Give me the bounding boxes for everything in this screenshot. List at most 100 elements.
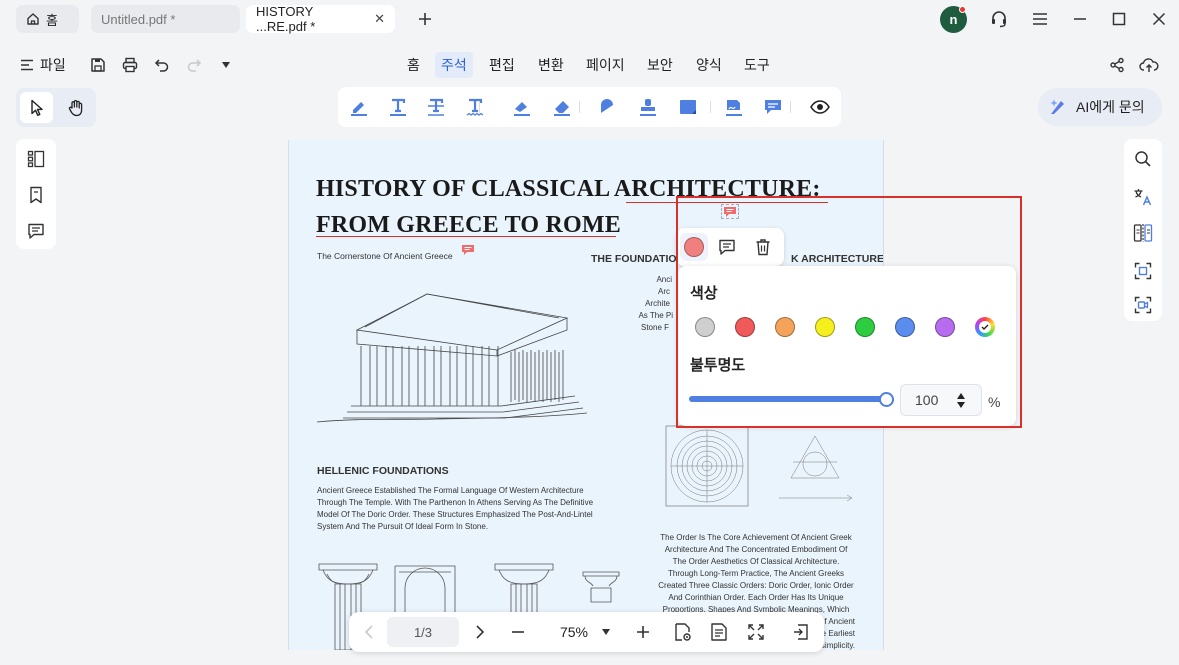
screen-capture-button[interactable]: [1132, 294, 1154, 316]
thumbnails-button[interactable]: [25, 148, 47, 170]
text-line: Archite: [645, 299, 670, 308]
collapse-toolbar-button[interactable]: [790, 621, 812, 643]
compare-button[interactable]: [1132, 222, 1154, 244]
translate-button[interactable]: [1132, 186, 1154, 208]
tab-edit[interactable]: 편집: [483, 52, 521, 78]
toolbar-separator: [579, 101, 580, 113]
left-sidebar: [16, 139, 56, 249]
text-line: Anci: [656, 275, 672, 284]
caret-down-icon: [602, 629, 611, 635]
text-line: Through Long-Term Practice, The Ancient …: [668, 569, 844, 578]
plus-icon: [419, 13, 431, 25]
ocr-button[interactable]: [1132, 260, 1154, 282]
zoom-level: 75%: [559, 624, 589, 640]
sticky-note-icon[interactable]: [461, 244, 475, 256]
note-tool-button[interactable]: [761, 95, 785, 119]
select-tool-button[interactable]: [20, 92, 53, 123]
eraser-icon: [554, 101, 570, 116]
ai-ask-button[interactable]: AI에게 문의: [1038, 88, 1162, 126]
print-button[interactable]: [120, 54, 140, 76]
previous-page-button[interactable]: [359, 621, 379, 643]
menu-button[interactable]: [1029, 8, 1051, 30]
chevron-right-icon: [476, 625, 485, 639]
shape-tool-button[interactable]: [596, 95, 620, 119]
expand-icon: [748, 624, 764, 640]
page-number-input[interactable]: 1/3: [387, 617, 459, 647]
home-tab[interactable]: 홈: [16, 5, 79, 33]
next-page-button[interactable]: [470, 621, 490, 643]
maximize-button[interactable]: [1108, 8, 1130, 30]
file-menu-label: 파일: [40, 57, 66, 73]
close-window-button[interactable]: [1148, 8, 1170, 30]
text-strikethrough-icon: [428, 98, 444, 116]
textbox-icon: [680, 100, 696, 114]
zoom-in-button[interactable]: [633, 621, 653, 643]
shape-icon: [601, 99, 616, 114]
reading-mode-button[interactable]: [672, 621, 694, 643]
page-navigation-bar: 1/3 75%: [349, 612, 824, 652]
exit-icon: [794, 624, 808, 640]
quick-access-dropdown[interactable]: [218, 54, 234, 76]
new-tab-button[interactable]: [414, 8, 436, 30]
comments-panel-button[interactable]: [25, 220, 47, 242]
cloud-upload-button[interactable]: [1139, 54, 1159, 76]
signature-tool-button[interactable]: [722, 95, 746, 119]
tab-label: 페이지: [586, 57, 625, 73]
show-hide-annotations-button[interactable]: [808, 95, 832, 119]
hamburger-icon: [21, 59, 33, 71]
hand-tool-button[interactable]: [59, 92, 92, 123]
text-line: As The Pi: [638, 311, 673, 320]
tab-forms[interactable]: 양식: [690, 52, 728, 78]
tab-untitled[interactable]: Untitled.pdf *: [91, 5, 240, 33]
tab-convert[interactable]: 변환: [532, 52, 570, 78]
underline-text-button[interactable]: [386, 95, 410, 119]
section-heading-foundation: THE FOUNDATION: [591, 253, 685, 265]
parthenon-illustration: [317, 288, 587, 428]
document-subtitle: The Cornerstone Of Ancient Greece: [317, 251, 453, 261]
fit-page-button[interactable]: [745, 621, 767, 643]
file-menu-button[interactable]: 파일: [20, 54, 72, 76]
undo-button[interactable]: [152, 54, 172, 76]
tab-label: 도구: [744, 57, 770, 73]
eraser-button[interactable]: [550, 95, 574, 119]
signature-icon: [726, 100, 742, 116]
highlighter-icon: [351, 102, 367, 116]
tab-page[interactable]: 페이지: [580, 52, 631, 78]
text-line: Stone F: [640, 323, 669, 332]
tab-label: 주석: [441, 57, 467, 73]
highlight-tool-button[interactable]: [347, 95, 371, 119]
redo-button[interactable]: [184, 54, 204, 76]
hamburger-icon: [1033, 13, 1047, 25]
textbox-tool-button[interactable]: [676, 95, 700, 119]
zoom-out-button[interactable]: [508, 621, 528, 643]
minimize-button[interactable]: [1069, 8, 1091, 30]
tab-history[interactable]: HISTORY ...RE.pdf * ✕: [246, 4, 395, 34]
tab-home[interactable]: 홈: [401, 52, 426, 78]
area-highlight-button[interactable]: [510, 95, 534, 119]
support-button[interactable]: [988, 8, 1010, 30]
hand-icon: [68, 99, 82, 116]
toolbar-separator: [710, 101, 711, 113]
close-tab-icon[interactable]: ✕: [374, 11, 385, 27]
tab-label: HISTORY ...RE.pdf *: [256, 4, 316, 34]
stamp-tool-button[interactable]: [636, 95, 660, 119]
strikethrough-text-button[interactable]: [424, 95, 448, 119]
zoom-level-dropdown[interactable]: 75%: [549, 621, 621, 643]
search-button[interactable]: [1132, 148, 1154, 170]
save-button[interactable]: [88, 54, 108, 76]
avatar[interactable]: n: [940, 6, 967, 33]
document-title-line2: FROM GREECE TO ROME: [316, 212, 621, 238]
maximize-icon: [1112, 12, 1126, 26]
page-view-icon: [675, 623, 691, 641]
tab-tools[interactable]: 도구: [738, 52, 776, 78]
squiggly-text-button[interactable]: [463, 95, 487, 119]
tab-label: 보안: [647, 57, 673, 73]
tab-annotate[interactable]: 주석: [435, 52, 473, 78]
page-layout-button[interactable]: [708, 621, 730, 643]
text-line: simplicity.: [820, 641, 855, 650]
highlighted-selection-box: [676, 196, 1022, 428]
tab-security[interactable]: 보안: [641, 52, 679, 78]
share-button[interactable]: [1107, 54, 1127, 76]
bookmarks-button[interactable]: [25, 184, 47, 206]
share-icon: [1110, 57, 1124, 73]
